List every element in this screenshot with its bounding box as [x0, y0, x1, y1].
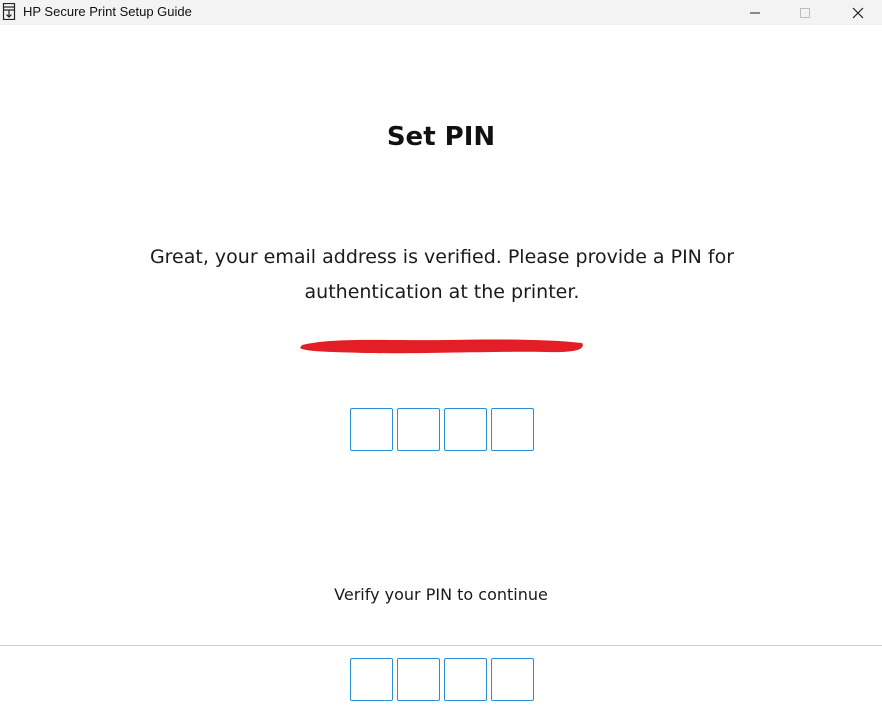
verify-pin-label: Verify your PIN to continue	[334, 585, 548, 604]
minimize-button[interactable]	[733, 0, 777, 25]
title-bar[interactable]: HP Secure Print Setup Guide	[0, 0, 882, 25]
verify-pin-group	[350, 658, 534, 701]
pin-entry-group	[350, 408, 534, 451]
divider	[0, 645, 882, 646]
close-button[interactable]	[836, 0, 880, 25]
verify-digit-4[interactable]	[491, 658, 534, 701]
printer-icon	[2, 2, 16, 21]
minimize-icon	[750, 12, 760, 13]
pin-digit-1[interactable]	[350, 408, 393, 451]
pin-digit-3[interactable]	[444, 408, 487, 451]
verify-digit-3[interactable]	[444, 658, 487, 701]
maximize-button[interactable]	[783, 0, 827, 25]
redaction-mark	[300, 339, 583, 354]
maximize-icon	[800, 7, 810, 18]
window-title: HP Secure Print Setup Guide	[23, 4, 192, 19]
app-window: HP Secure Print Setup Guide Set PIN Grea…	[0, 0, 882, 708]
instructions-text: Great, your email address is verified. P…	[149, 246, 735, 303]
verify-digit-2[interactable]	[397, 658, 440, 701]
pin-digit-2[interactable]	[397, 408, 440, 451]
close-icon	[852, 7, 864, 18]
verify-digit-1[interactable]	[350, 658, 393, 701]
pin-digit-4[interactable]	[491, 408, 534, 451]
page-title: Set PIN	[386, 122, 496, 152]
